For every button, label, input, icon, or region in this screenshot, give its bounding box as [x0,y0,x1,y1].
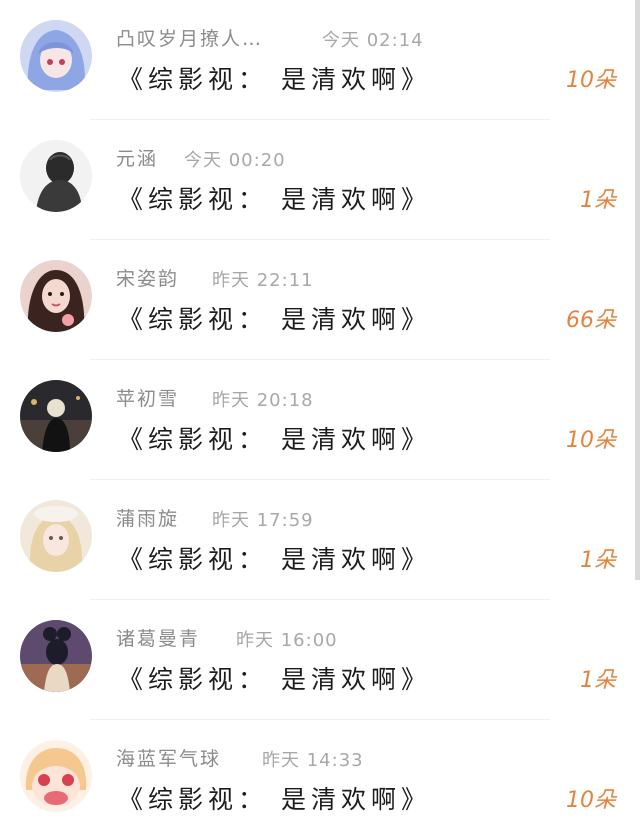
book-title[interactable]: 《综影视： 是清欢啊》 [118,660,431,696]
list-item[interactable]: 凸叹岁月撩人… 今天 02:14 《综影视： 是清欢啊》 10朵 [0,0,640,120]
flower-count: 10朵 [566,428,616,453]
list-item[interactable]: 宋姿韵 昨天 22:11 《综影视： 是清欢啊》 66朵 [0,240,640,360]
flower-count: 1朵 [580,668,616,693]
list-item[interactable]: 海蓝军气球 昨天 14:33 《综影视： 是清欢啊》 10朵 [0,720,640,840]
flower-count: 66朵 [566,308,616,333]
timestamp: 昨天 20:18 [212,390,314,411]
girl-portrait-avatar-icon [20,260,92,332]
night-city-person-avatar-icon [20,380,92,452]
list-item[interactable]: 元涵 今天 00:20 《综影视： 是清欢啊》 1朵 [0,120,640,240]
user-name[interactable]: 宋姿韵 [116,264,179,291]
dark-hair-girl-avatar-icon [20,620,92,692]
flower-count: 1朵 [580,548,616,573]
blonde-girl-hat-avatar-icon [20,500,92,572]
user-avatar[interactable] [20,140,92,212]
flower-count: 10朵 [566,68,616,93]
book-title[interactable]: 《综影视： 是清欢啊》 [118,540,431,576]
user-name[interactable]: 凸叹岁月撩人… [116,24,263,51]
list-item[interactable]: 苹初雪 昨天 20:18 《综影视： 是清欢啊》 10朵 [0,360,640,480]
user-avatar[interactable] [20,620,92,692]
book-title[interactable]: 《综影视： 是清欢啊》 [118,180,431,216]
user-name[interactable]: 苹初雪 [116,384,179,411]
book-title[interactable]: 《综影视： 是清欢啊》 [118,300,431,336]
person-back-sketch-avatar-icon [20,140,92,212]
list-item[interactable]: 蒲雨旋 昨天 17:59 《综影视： 是清欢啊》 1朵 [0,480,640,600]
timestamp: 昨天 14:33 [262,750,364,771]
book-title[interactable]: 《综影视： 是清欢啊》 [118,420,431,456]
anime-girl-blue-hair-avatar-icon [20,20,92,92]
flower-count: 1朵 [580,188,616,213]
user-name[interactable]: 诸葛曼青 [116,624,200,651]
user-name[interactable]: 元涵 [116,144,158,171]
user-avatar[interactable] [20,380,92,452]
timestamp: 今天 00:20 [184,150,286,171]
timestamp: 昨天 17:59 [212,510,314,531]
gift-record-list: 凸叹岁月撩人… 今天 02:14 《综影视： 是清欢啊》 10朵 元涵 今天 0… [0,0,640,835]
crying-anime-girl-avatar-icon [20,740,92,812]
timestamp: 昨天 16:00 [236,630,338,651]
scrollbar[interactable] [635,0,640,580]
flower-count: 10朵 [566,788,616,813]
timestamp: 今天 02:14 [322,30,424,51]
user-avatar[interactable] [20,20,92,92]
list-item[interactable]: 诸葛曼青 昨天 16:00 《综影视： 是清欢啊》 1朵 [0,600,640,720]
timestamp: 昨天 22:11 [212,270,314,291]
user-name[interactable]: 海蓝军气球 [116,744,221,771]
user-avatar[interactable] [20,260,92,332]
user-avatar[interactable] [20,500,92,572]
book-title[interactable]: 《综影视： 是清欢啊》 [118,780,431,816]
user-avatar[interactable] [20,740,92,812]
user-name[interactable]: 蒲雨旋 [116,504,179,531]
book-title[interactable]: 《综影视： 是清欢啊》 [118,60,431,96]
